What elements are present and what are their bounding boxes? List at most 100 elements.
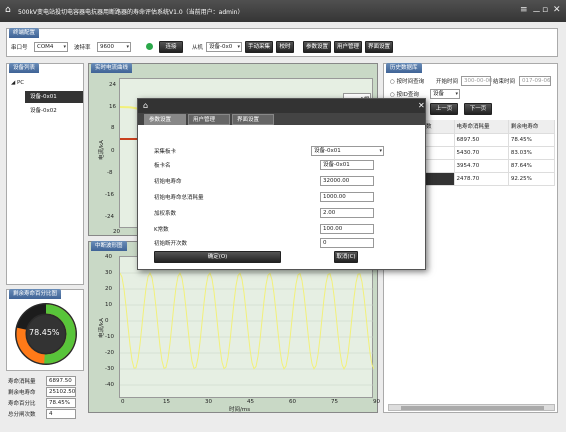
status-indicator <box>146 43 153 50</box>
chevron-down-icon: ▾ <box>379 148 382 154</box>
y-tick: -10 <box>105 334 114 340</box>
chevron-down-icon: ▾ <box>126 44 129 50</box>
y-tick: 30 <box>105 270 112 276</box>
life-percent-panel: 剩余寿命百分比图 78.45% <box>6 289 84 371</box>
settings-dialog: ⌂ ✕ 参数设置 用户管理 界面设置 采集板卡 设备-0x01 ▾ 板卡名 设备-0x0… <box>137 98 426 270</box>
col-header: 数 <box>424 120 455 134</box>
field-label: 板卡名 <box>154 163 171 169</box>
y-tick: 8 <box>111 125 115 131</box>
start-time-label: 开始时间 <box>436 79 459 85</box>
close-icon[interactable]: ✕ <box>553 5 561 15</box>
section-header: 设备列表 <box>9 63 40 73</box>
stat-label: 寿命百分比 <box>8 401 36 407</box>
tree-item-device-1[interactable]: 设备-0x01 <box>25 91 83 103</box>
section-header: 剩余寿命百分比图 <box>9 289 62 299</box>
dialog-tabs: 参数设置 用户管理 界面设置 <box>138 113 425 125</box>
field-label: 加权系数 <box>154 211 177 217</box>
end-time-label: 结束时间 <box>493 79 516 85</box>
slave-select[interactable]: 设备-0x0 ▾ <box>206 42 242 52</box>
cancel-button[interactable]: 取消(C) <box>334 251 358 263</box>
tab-ui-settings[interactable]: 界面设置 <box>232 114 274 125</box>
maximize-icon[interactable]: ▫ <box>542 5 548 15</box>
y-tick: 24 <box>109 82 116 88</box>
field-input[interactable]: 设备-0x01 <box>320 160 374 170</box>
field-label: 初始电寿命总消耗量 <box>154 195 204 201</box>
port-select[interactable]: COM4 ▾ <box>34 42 68 52</box>
table-row[interactable]: 3954.70 87.64% <box>424 159 556 173</box>
radio-by-id[interactable]: ○ 按ID查询 <box>390 90 419 98</box>
home-icon: ⌂ <box>5 5 11 15</box>
col-header: 电寿命消耗量 <box>454 120 509 134</box>
start-time-input[interactable]: 300-00-00 <box>461 76 492 86</box>
stat-value: 4 <box>46 409 76 419</box>
horizontal-scrollbar[interactable] <box>388 404 555 411</box>
section-header: 中断波形图 <box>91 241 127 251</box>
x-axis-label: 时间/ms <box>229 407 251 413</box>
ok-button[interactable]: 确定(O) <box>154 251 281 263</box>
field-input[interactable]: 100.00 <box>320 224 374 234</box>
minimize-icon[interactable]: － <box>532 5 541 18</box>
end-time-input[interactable]: 017-09-06 <box>519 76 551 86</box>
field-label: K常数 <box>154 227 169 233</box>
y-tick: 0 <box>111 148 115 154</box>
tab-param-settings[interactable]: 参数设置 <box>144 114 186 125</box>
tree-root[interactable]: ◢ PC <box>11 80 24 86</box>
tab-user-manage[interactable]: 用户管理 <box>188 114 230 125</box>
y-tick: 0 <box>105 318 109 324</box>
manual-collect-button[interactable]: 手动采集 <box>245 41 273 53</box>
title-bar: ⌂ 500kV变电站投切电容器电抗器用断路器的寿命评估系统V1.0（当前用户：a… <box>0 0 566 22</box>
table-row[interactable]: 5430.70 83.03% <box>424 146 556 160</box>
x-tick: 60 <box>289 399 296 405</box>
home-icon: ⌂ <box>143 101 149 110</box>
y-tick: -24 <box>105 214 114 220</box>
stats-panel: 寿命消耗量 6897.50 剩余电寿命 25102.50 寿命百分比 78.45… <box>6 375 84 421</box>
prev-page-button[interactable]: 上一页 <box>430 103 458 115</box>
chevron-down-icon: ▾ <box>63 44 66 50</box>
y-tick: -8 <box>107 170 113 176</box>
device-list-panel: 设备列表 ◢ PC 设备-0x01 设备-0x02 <box>6 63 84 285</box>
y-tick: 20 <box>105 286 112 292</box>
y-tick: 16 <box>109 104 116 110</box>
scrollbar-thumb[interactable] <box>401 406 544 410</box>
y-tick: -40 <box>105 382 114 388</box>
wave-plot-area <box>119 256 375 398</box>
param-settings-button[interactable]: 参数设置 <box>303 41 331 53</box>
radio-by-time[interactable]: ○ 按时间查询 <box>390 77 424 85</box>
device-id-select[interactable]: 设备 ▾ <box>430 89 460 99</box>
x-tick: 90 <box>373 399 380 405</box>
section-header: 历史数据库 <box>386 63 422 73</box>
x-tick: 15 <box>163 399 170 405</box>
tree-item-device-2[interactable]: 设备-0x02 <box>30 106 57 114</box>
next-page-button[interactable]: 下一页 <box>464 103 492 115</box>
field-input[interactable]: 0 <box>320 238 374 248</box>
y-tick: -30 <box>105 366 114 372</box>
section-header: 终端配置 <box>9 28 40 38</box>
board-select[interactable]: 设备-0x01 ▾ <box>311 146 384 156</box>
stat-label: 剩余电寿命 <box>8 390 36 396</box>
ui-settings-button[interactable]: 界面设置 <box>365 41 393 53</box>
close-icon[interactable]: ✕ <box>418 101 425 110</box>
y-tick: 40 <box>105 254 112 260</box>
comm-config-panel: 终端配置 串口号 COM4 ▾ 波特率 9600 ▾ 连接 从机 设备-0x0 ▾ 手… <box>6 28 558 57</box>
field-label: 初始断开次数 <box>154 241 188 247</box>
table-row[interactable]: 6897.50 78.45% <box>424 133 556 147</box>
stat-label: 寿命消耗量 <box>8 379 36 385</box>
table-row[interactable]: 2478.70 92.25% <box>424 172 556 186</box>
field-input[interactable]: 2.00 <box>320 208 374 218</box>
x-tick: 75 <box>331 399 338 405</box>
y-tick: -20 <box>105 350 114 356</box>
menu-icon[interactable]: ≡ <box>520 5 528 15</box>
field-label: 初始电寿命 <box>154 179 182 185</box>
life-percent-value: 78.45% <box>29 328 60 337</box>
stat-value: 25102.50 <box>46 387 76 397</box>
field-input[interactable]: 1000.00 <box>320 192 374 202</box>
connect-button[interactable]: 连接 <box>159 41 183 53</box>
y-tick: 10 <box>105 302 112 308</box>
calibrate-time-button[interactable]: 校时 <box>276 41 294 53</box>
slave-label: 从机 <box>192 45 204 51</box>
dialog-header: ⌂ ✕ <box>138 99 425 113</box>
field-input[interactable]: 32000.00 <box>320 176 374 186</box>
user-manage-button[interactable]: 用户管理 <box>334 41 362 53</box>
port-label: 串口号 <box>11 45 28 51</box>
baud-select[interactable]: 9600 ▾ <box>97 42 131 52</box>
